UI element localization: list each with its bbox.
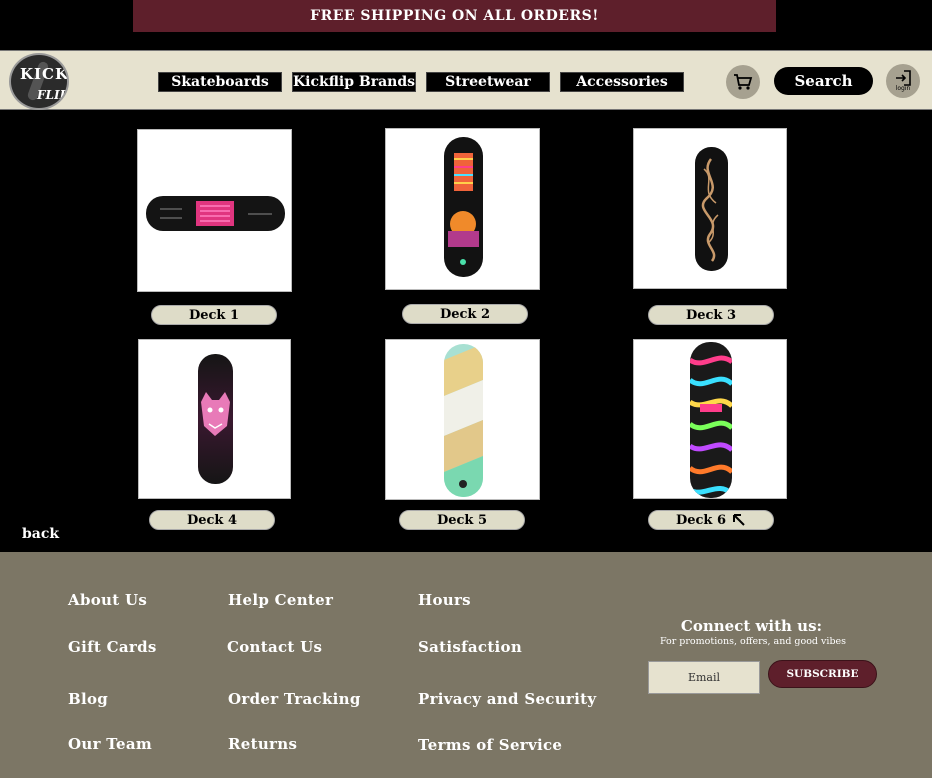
deck-4-image [198, 354, 233, 484]
footer-link-our-team[interactable]: Our Team [68, 735, 152, 753]
footer-link-order-tracking[interactable]: Order Tracking [228, 690, 361, 708]
deck-2-label[interactable]: Deck 2 [402, 304, 528, 324]
nav-accessories[interactable]: Accessories [560, 72, 684, 92]
deck-6-image [690, 342, 732, 498]
product-card-deck-3[interactable] [633, 128, 787, 289]
footer-link-gift-cards[interactable]: Gift Cards [68, 638, 157, 656]
deck-1-label[interactable]: Deck 1 [151, 305, 277, 325]
nav-kickflip-brands[interactable]: Kickflip Brands [292, 72, 416, 92]
logo-text-kick: KICK [20, 65, 69, 83]
logo-text-flip: FLIP [37, 88, 69, 102]
cart-button[interactable] [726, 65, 760, 99]
deck-3-image [695, 147, 728, 271]
cursor-arrow-icon [733, 514, 745, 526]
product-card-deck-2[interactable] [385, 128, 540, 290]
product-card-deck-1[interactable] [137, 129, 292, 292]
footer-link-about-us[interactable]: About Us [68, 591, 147, 609]
login-label: login [895, 85, 911, 92]
product-card-deck-5[interactable] [385, 339, 540, 500]
deck-6-label-text: Deck 6 [675, 512, 727, 528]
nav-streetwear[interactable]: Streetwear [426, 72, 550, 92]
product-card-deck-6[interactable] [633, 339, 787, 499]
login-button[interactable]: login [886, 64, 920, 98]
footer-link-terms-of-service[interactable]: Terms of Service [418, 736, 562, 754]
footer-link-hours[interactable]: Hours [418, 591, 471, 609]
subscribe-button[interactable]: SUBSCRIBE [768, 660, 877, 688]
search-button[interactable]: Search [774, 67, 873, 95]
footer-link-contact-us[interactable]: Contact Us [227, 638, 322, 656]
cart-icon [734, 74, 753, 90]
footer-link-returns[interactable]: Returns [228, 735, 297, 753]
deck-4-label[interactable]: Deck 4 [149, 510, 275, 530]
footer-link-blog[interactable]: Blog [68, 690, 108, 708]
deck-2-image [444, 137, 483, 277]
footer-link-satisfaction[interactable]: Satisfaction [418, 638, 522, 656]
deck-1-image [146, 196, 285, 231]
deck-5-image [444, 344, 483, 497]
footer-link-help-center[interactable]: Help Center [228, 591, 333, 609]
email-field[interactable] [648, 661, 760, 694]
back-link[interactable]: back [22, 526, 59, 542]
connect-title: Connect with us: [680, 617, 823, 635]
footer-link-privacy-security[interactable]: Privacy and Security [418, 690, 596, 708]
deck-5-label[interactable]: Deck 5 [399, 510, 525, 530]
login-icon [896, 70, 911, 86]
deck-6-label[interactable]: Deck 6 [648, 510, 774, 530]
nav-skateboards[interactable]: Skateboards [158, 72, 282, 92]
logo[interactable]: KICK FLIP [9, 53, 69, 110]
connect-subtitle: For promotions, offers, and good vibes [659, 636, 847, 647]
deck-3-label[interactable]: Deck 3 [648, 305, 774, 325]
promo-banner: FREE SHIPPING ON ALL ORDERS! [133, 0, 776, 32]
navbar: KICK FLIP Skateboards Kickflip Brands St… [0, 50, 932, 110]
product-card-deck-4[interactable] [138, 339, 291, 499]
